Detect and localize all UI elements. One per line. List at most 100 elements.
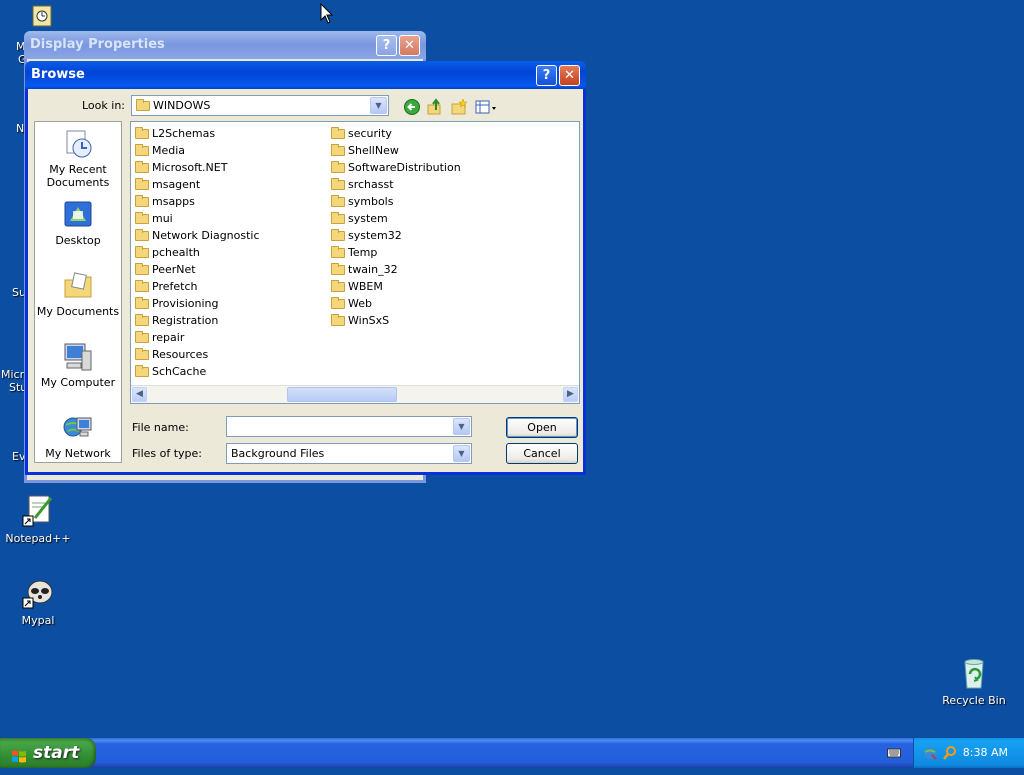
scroll-right-icon[interactable]: ▶ bbox=[563, 387, 578, 402]
list-item[interactable]: Registration bbox=[133, 312, 260, 329]
list-item[interactable]: pchealth bbox=[133, 244, 260, 261]
chevron-down-icon[interactable]: ▼ bbox=[370, 97, 387, 114]
my-documents-icon bbox=[62, 270, 94, 302]
list-item[interactable]: system bbox=[329, 210, 461, 227]
browse-dialog[interactable]: Browse ? ✕ Look in: WINDOWS ▼ My Recent … bbox=[25, 61, 586, 475]
close-button[interactable]: ✕ bbox=[399, 35, 420, 56]
chevron-down-icon[interactable]: ▼ bbox=[453, 445, 470, 462]
cancel-button[interactable]: Cancel bbox=[506, 443, 578, 464]
folder-icon bbox=[135, 246, 149, 258]
scroll-thumb[interactable] bbox=[287, 387, 397, 402]
folder-name: twain_32 bbox=[348, 263, 398, 276]
list-item[interactable]: Temp bbox=[329, 244, 461, 261]
look-in-combo[interactable]: WINDOWS ▼ bbox=[131, 95, 389, 116]
open-button[interactable]: Open bbox=[506, 417, 578, 438]
up-folder-icon[interactable] bbox=[426, 98, 444, 116]
file-list[interactable]: L2Schemas Media Microsoft.NET msagent msapps… bbox=[130, 121, 580, 404]
desktop-icon-label: Recycle Bin bbox=[942, 694, 1006, 707]
mypal-raccoon-icon bbox=[21, 576, 55, 610]
taskbar: start 8:38 AM bbox=[0, 738, 1024, 768]
list-item[interactable]: system32 bbox=[329, 227, 461, 244]
list-item[interactable]: security bbox=[329, 125, 461, 142]
folder-name: Registration bbox=[152, 314, 219, 327]
list-item[interactable]: Media bbox=[133, 142, 260, 159]
desktop-icon bbox=[62, 199, 94, 231]
place-my-computer[interactable]: My Computer bbox=[35, 341, 121, 389]
list-item[interactable]: SoftwareDistribution bbox=[329, 159, 461, 176]
new-folder-icon[interactable] bbox=[450, 98, 468, 116]
folder-name: PeerNet bbox=[152, 263, 196, 276]
place-my-documents[interactable]: My Documents bbox=[35, 270, 121, 318]
close-button[interactable]: ✕ bbox=[559, 65, 580, 86]
folder-name: Temp bbox=[348, 246, 378, 259]
folder-icon bbox=[331, 246, 345, 258]
browse-titlebar[interactable]: Browse ? ✕ bbox=[25, 61, 586, 89]
folder-icon bbox=[135, 314, 149, 326]
list-item[interactable]: repair bbox=[133, 329, 260, 346]
place-desktop[interactable]: Desktop bbox=[35, 199, 121, 247]
folder-icon bbox=[135, 161, 149, 173]
search-tray-icon[interactable] bbox=[942, 745, 958, 761]
help-button[interactable]: ? bbox=[376, 35, 397, 56]
chevron-down-icon[interactable]: ▼ bbox=[453, 418, 470, 435]
folder-name: security bbox=[348, 127, 392, 140]
list-item[interactable]: msagent bbox=[133, 176, 260, 193]
list-item[interactable]: Network Diagnostic bbox=[133, 227, 260, 244]
folder-name: pchealth bbox=[152, 246, 200, 259]
scroll-left-icon[interactable]: ◀ bbox=[132, 387, 147, 402]
folder-icon bbox=[331, 212, 345, 224]
folder-icon bbox=[135, 229, 149, 241]
network-tray-icon[interactable] bbox=[922, 745, 938, 761]
desktop-icon-mypal[interactable]: Mypal bbox=[0, 576, 76, 627]
list-item[interactable]: L2Schemas bbox=[133, 125, 260, 142]
folder-icon bbox=[135, 365, 149, 377]
list-item[interactable]: Prefetch bbox=[133, 278, 260, 295]
list-item[interactable]: Provisioning bbox=[133, 295, 260, 312]
place-my-network[interactable]: My Network bbox=[35, 412, 121, 460]
folder-name: system bbox=[348, 212, 388, 225]
window-title: Display Properties bbox=[30, 37, 165, 52]
folder-name: Prefetch bbox=[152, 280, 198, 293]
file-column: L2Schemas Media Microsoft.NET msagent msapps… bbox=[133, 125, 260, 380]
folder-icon bbox=[135, 297, 149, 309]
window-title: Browse bbox=[31, 67, 85, 82]
folder-name: SchCache bbox=[152, 365, 207, 378]
place-recent-documents[interactable]: My Recent Documents bbox=[35, 128, 121, 189]
list-item[interactable]: WinSxS bbox=[329, 312, 461, 329]
list-item[interactable]: Web bbox=[329, 295, 461, 312]
file-name-combo[interactable]: ▼ bbox=[226, 416, 472, 437]
start-button[interactable]: start bbox=[0, 738, 96, 768]
folder-icon bbox=[331, 178, 345, 190]
list-item[interactable]: srchasst bbox=[329, 176, 461, 193]
places-bar: My Recent Documents Desktop My Documents… bbox=[34, 121, 122, 463]
files-of-type-combo[interactable]: Background Files ▼ bbox=[226, 443, 472, 464]
list-item[interactable]: mui bbox=[133, 210, 260, 227]
list-item[interactable]: twain_32 bbox=[329, 261, 461, 278]
list-item[interactable]: msapps bbox=[133, 193, 260, 210]
horizontal-scrollbar[interactable]: ◀ ▶ bbox=[131, 385, 579, 403]
views-menu-icon[interactable] bbox=[474, 98, 498, 116]
folder-name: system32 bbox=[348, 229, 402, 242]
desktop-icon-notepad[interactable]: Notepad++ bbox=[0, 494, 76, 545]
keyboard-icon[interactable] bbox=[887, 747, 901, 759]
list-item[interactable]: PeerNet bbox=[133, 261, 260, 278]
file-name-input[interactable] bbox=[229, 418, 453, 435]
help-button[interactable]: ? bbox=[536, 65, 557, 86]
desktop-icon-recycle-bin[interactable]: Recycle Bin bbox=[936, 656, 1012, 707]
list-item[interactable]: symbols bbox=[329, 193, 461, 210]
place-label: My Documents bbox=[36, 305, 120, 318]
folder-name: srchasst bbox=[348, 178, 394, 191]
back-arrow-icon[interactable] bbox=[403, 98, 421, 116]
folder-icon bbox=[331, 263, 345, 275]
list-item[interactable]: ShellNew bbox=[329, 142, 461, 159]
place-label: My Computer bbox=[40, 376, 116, 389]
display-properties-titlebar[interactable]: Display Properties ? ✕ bbox=[24, 31, 426, 59]
folder-icon bbox=[331, 195, 345, 207]
folder-icon bbox=[135, 178, 149, 190]
list-item[interactable]: SchCache bbox=[133, 363, 260, 380]
list-item[interactable]: Microsoft.NET bbox=[133, 159, 260, 176]
list-item[interactable]: WBEM bbox=[329, 278, 461, 295]
files-of-type-value: Background Files bbox=[231, 447, 325, 460]
recycle-bin-icon bbox=[957, 656, 991, 690]
list-item[interactable]: Resources bbox=[133, 346, 260, 363]
